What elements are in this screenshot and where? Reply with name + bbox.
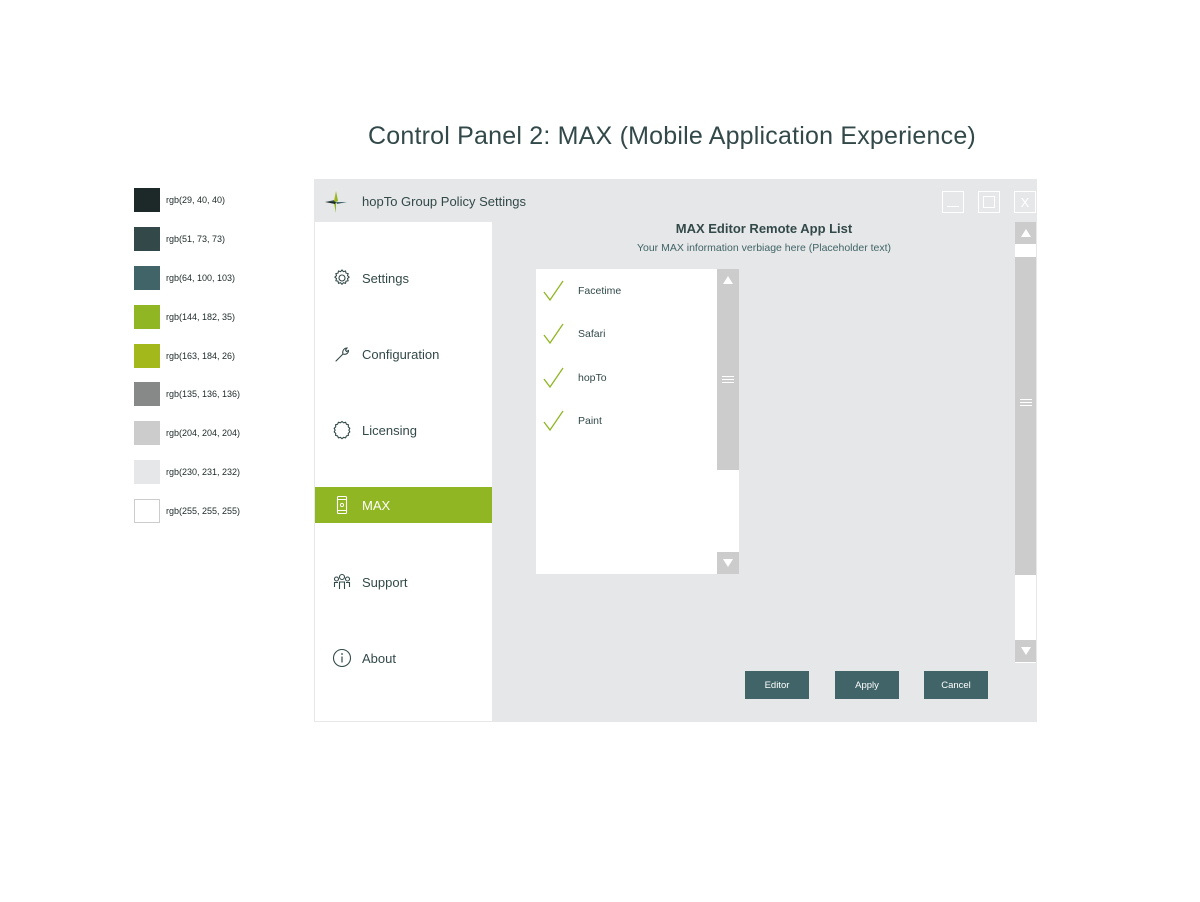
sidebar-item-label: MAX: [362, 497, 391, 513]
checkmark-icon[interactable]: [542, 409, 566, 433]
color-swatch-label: rgb(51, 73, 73): [166, 233, 226, 244]
scroll-up-button[interactable]: [717, 269, 739, 291]
palette-row: rgb(230, 231, 232): [134, 460, 241, 485]
scroll-up-button[interactable]: [1015, 222, 1036, 244]
color-swatch-label: rgb(64, 100, 103): [166, 272, 236, 283]
sidebar-item-support[interactable]: Support: [315, 564, 492, 600]
color-swatch-label: rgb(204, 204, 204): [166, 428, 241, 439]
palette-row: rgb(163, 184, 26): [134, 343, 240, 368]
color-swatch-label: rgb(29, 40, 40): [166, 195, 226, 205]
maximize-button[interactable]: [978, 191, 1000, 213]
arrow-down-icon: [723, 559, 733, 567]
mobile-icon: [332, 495, 352, 515]
sidebar-item-label: Configuration: [362, 346, 440, 362]
arrow-up-icon: [1020, 229, 1031, 237]
sidebar-item-settings[interactable]: Settings: [315, 260, 492, 296]
section-subtitle: Your MAX information verbiage here (Plac…: [636, 242, 892, 254]
palette-row: rgb(255, 255, 255): [134, 499, 241, 524]
main-scrollbar[interactable]: [1015, 222, 1036, 663]
scroll-thumb[interactable]: [1015, 257, 1036, 575]
list-item[interactable]: hopTo: [536, 364, 716, 394]
app-name: Paint: [578, 415, 602, 427]
color-swatch: [134, 226, 160, 251]
editor-button[interactable]: Editor: [745, 671, 809, 699]
page-title: Control Panel 2: MAX (Mobile Application…: [368, 122, 976, 150]
app-list-scrollbar[interactable]: [717, 269, 739, 574]
color-swatch-label: rgb(230, 231, 232): [166, 467, 241, 478]
settings-window: hopTo Group Policy Settings X Settings C…: [314, 179, 1037, 722]
checkmark-icon[interactable]: [542, 279, 566, 303]
grip-icon: [722, 376, 734, 383]
window-title: hopTo Group Policy Settings: [362, 194, 527, 209]
app-name: Safari: [578, 328, 606, 340]
minimize-button[interactable]: [942, 191, 964, 213]
scroll-down-button[interactable]: [717, 552, 739, 574]
sidebar-item-configuration[interactable]: Configuration: [315, 336, 492, 372]
sidebar-item-max[interactable]: MAX: [315, 487, 492, 523]
apply-button[interactable]: Apply: [835, 671, 899, 699]
sidebar-item-about[interactable]: About: [315, 640, 492, 676]
badge-icon: [332, 420, 352, 440]
maximize-icon: [983, 196, 995, 208]
color-swatch: [134, 343, 160, 368]
remote-app-list: Facetime Safari hopTo Paint: [536, 269, 718, 574]
sidebar-item-licensing[interactable]: Licensing: [315, 412, 492, 448]
arrow-up-icon: [723, 276, 733, 284]
color-palette: rgb(29, 40, 40) rgb(51, 73, 73) rgb(64, …: [134, 188, 240, 538]
close-icon: X: [1020, 194, 1030, 210]
sidebar-item-label: Support: [362, 574, 408, 590]
color-swatch: [134, 265, 160, 290]
grip-icon: [1020, 399, 1032, 406]
gear-icon: [332, 268, 352, 288]
wrench-icon: [332, 344, 352, 364]
list-item[interactable]: Safari: [536, 320, 716, 350]
color-swatch: [134, 460, 160, 485]
color-swatch: [134, 188, 160, 212]
people-icon: [332, 572, 352, 592]
app-name: Facetime: [578, 285, 622, 297]
scroll-down-button[interactable]: [1015, 640, 1036, 662]
info-icon: [332, 648, 352, 668]
arrow-down-icon: [1020, 647, 1031, 655]
list-item[interactable]: Facetime: [536, 277, 716, 307]
palette-row: rgb(204, 204, 204): [134, 421, 241, 446]
cancel-button[interactable]: Cancel: [924, 671, 988, 699]
color-swatch: [134, 382, 160, 407]
window-titlebar: hopTo Group Policy Settings X: [315, 180, 1036, 222]
palette-row: rgb(144, 182, 35): [134, 304, 240, 329]
close-button[interactable]: X: [1014, 191, 1036, 213]
palette-row: rgb(29, 40, 40): [134, 188, 240, 212]
palette-row: rgb(51, 73, 73): [134, 226, 240, 251]
color-swatch-label: rgb(163, 184, 26): [166, 350, 236, 361]
section-heading: MAX Editor Remote App List: [675, 221, 853, 236]
color-swatch-label: rgb(144, 182, 35): [166, 311, 236, 322]
palette-row: rgb(135, 136, 136): [134, 382, 241, 407]
checkmark-icon[interactable]: [542, 322, 566, 346]
sidebar-item-label: About: [362, 650, 396, 666]
color-swatch-label: rgb(255, 255, 255): [166, 506, 241, 517]
sidebar: Settings Configuration Licensing MAX Sup…: [315, 222, 492, 721]
checkmark-icon[interactable]: [542, 366, 566, 390]
hopto-logo: [325, 191, 347, 213]
list-item[interactable]: Paint: [536, 407, 716, 437]
app-name: hopTo: [578, 372, 607, 384]
sidebar-item-label: Settings: [362, 270, 409, 286]
color-swatch-label: rgb(135, 136, 136): [166, 389, 241, 400]
color-swatch: [134, 421, 160, 446]
minimize-icon: [947, 206, 959, 207]
color-swatch: [134, 304, 160, 329]
scroll-thumb[interactable]: [717, 291, 739, 470]
color-swatch: [134, 499, 160, 524]
sidebar-item-label: Licensing: [362, 422, 417, 438]
palette-row: rgb(64, 100, 103): [134, 265, 240, 290]
